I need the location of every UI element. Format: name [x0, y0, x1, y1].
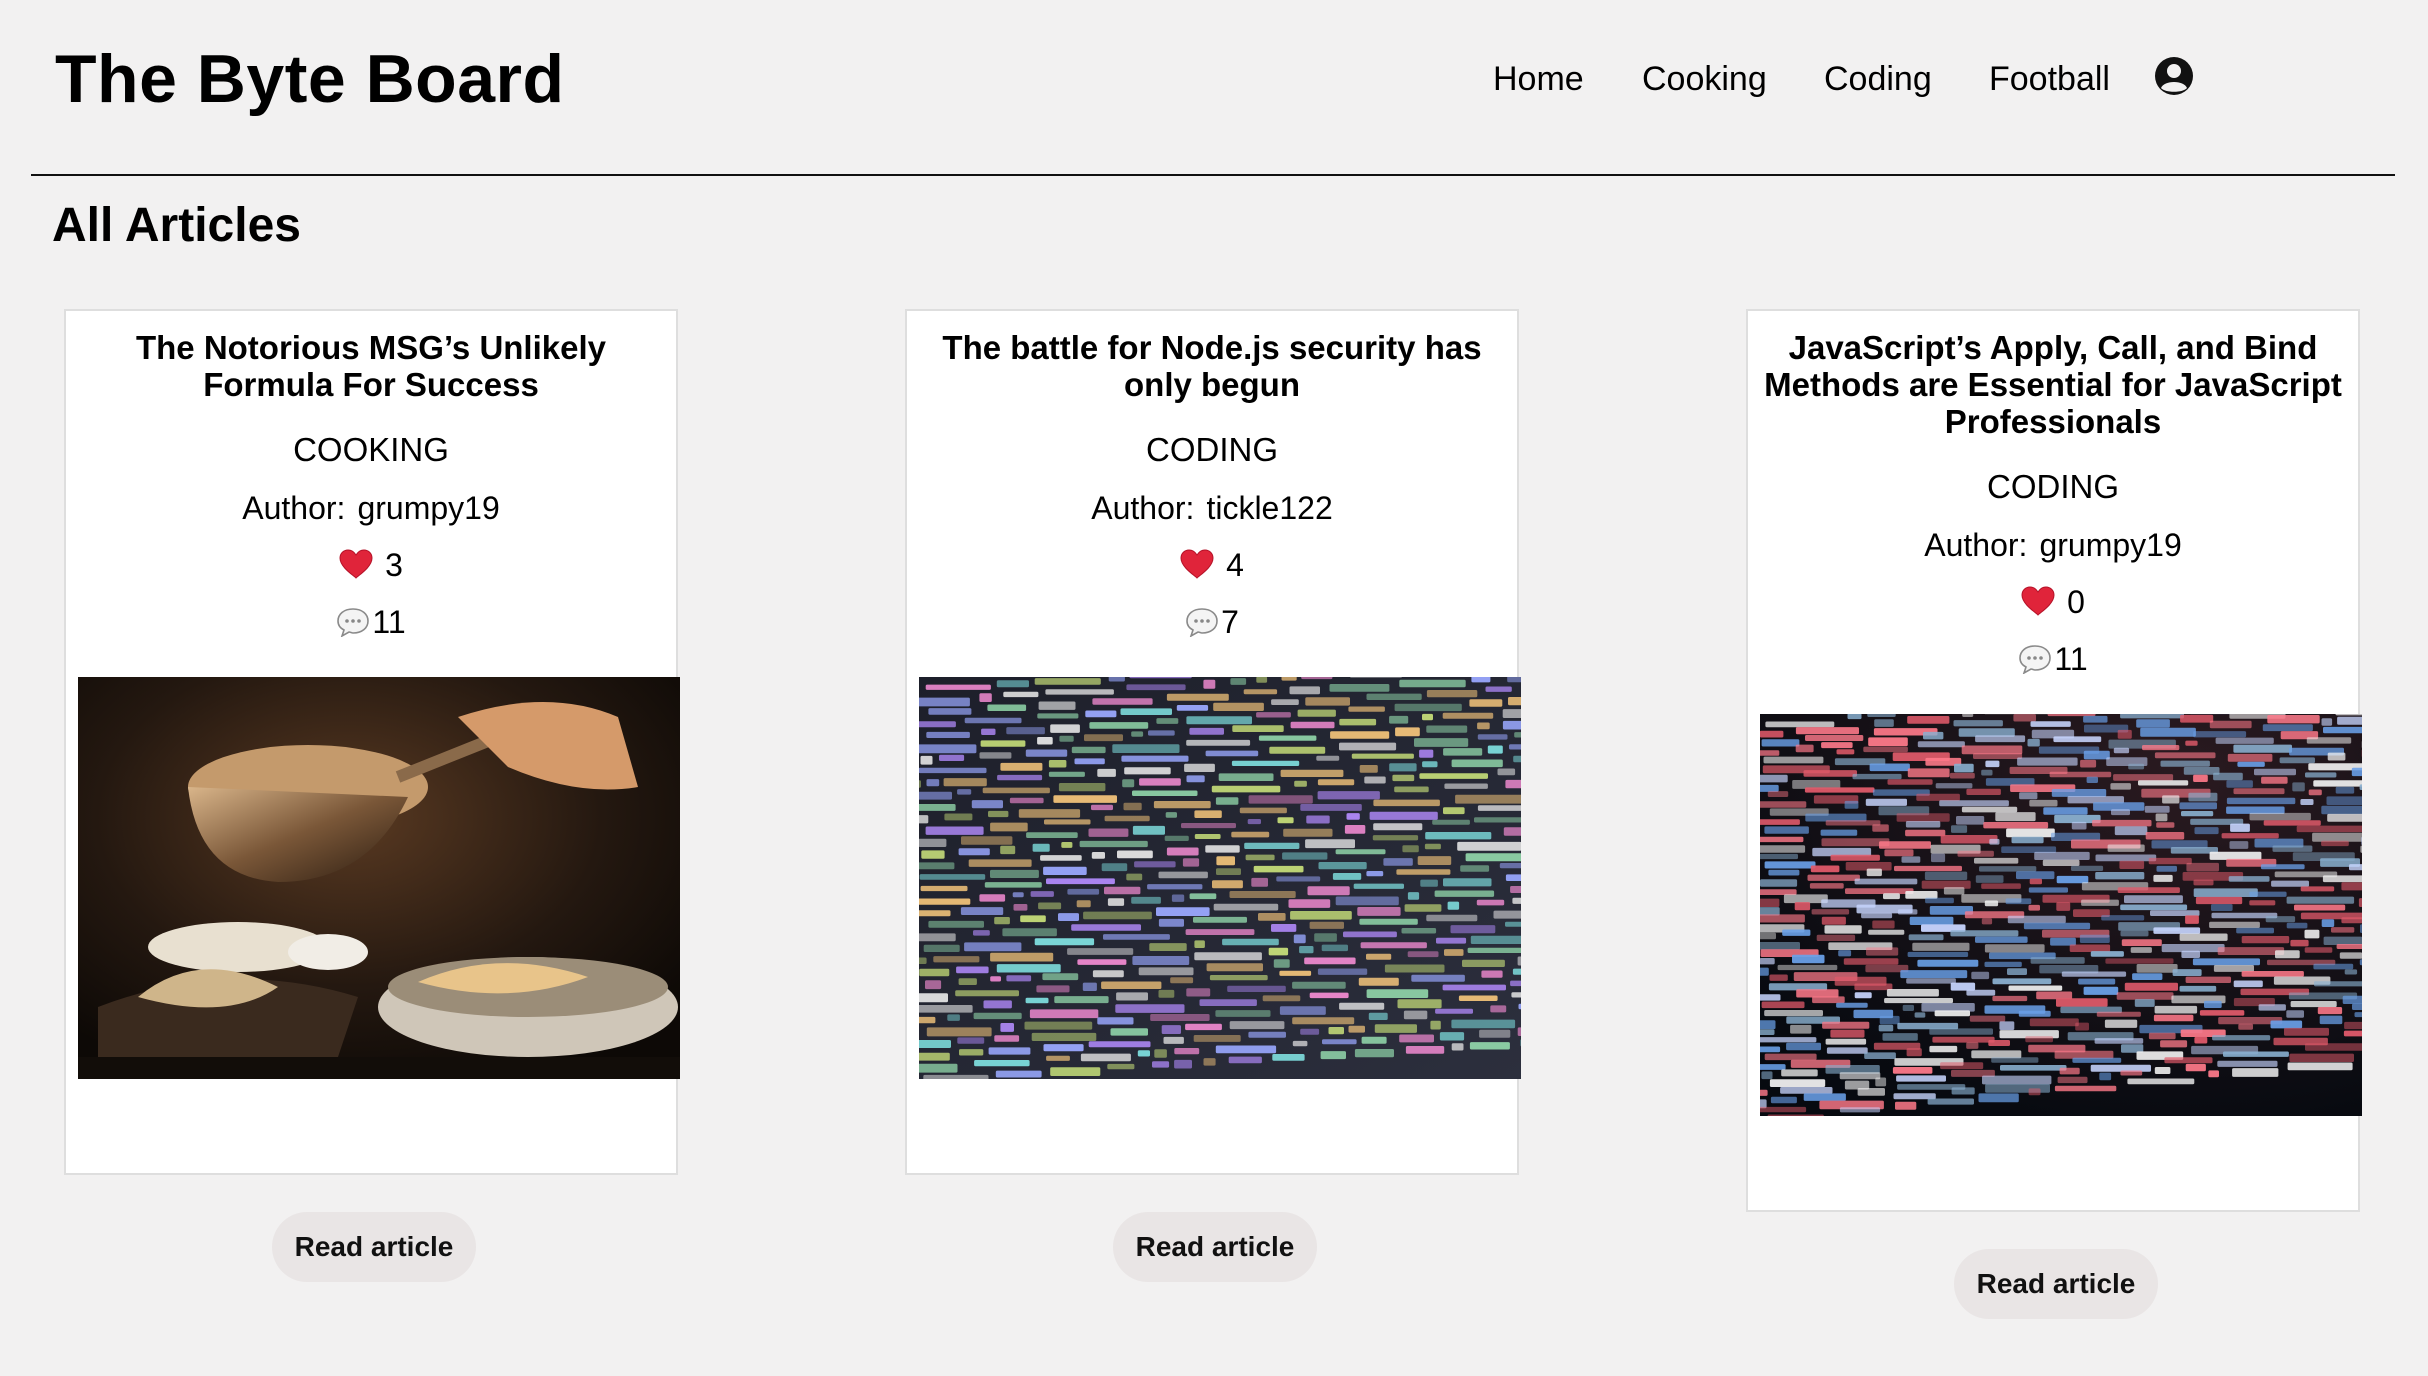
site-title[interactable]: The Byte Board: [55, 40, 565, 118]
author-name: tickle122: [1206, 490, 1333, 526]
article-title: JavaScript’s Apply, Call, and Bind Metho…: [1764, 329, 2342, 440]
nav-link-football[interactable]: Football: [1989, 60, 2110, 99]
article-comments: 11: [66, 604, 676, 641]
article-image[interactable]: [919, 677, 1521, 1079]
article-likes: 0: [1748, 584, 2358, 621]
article-image[interactable]: [78, 677, 680, 1079]
article-topic: CODING: [1146, 431, 1278, 468]
article-comments: 7: [907, 604, 1517, 641]
card-spacer: [907, 1079, 1517, 1173]
article-author: Author: grumpy19: [1748, 527, 2358, 564]
site-header: The Byte Board Home Cooking Coding Footb…: [31, 0, 2395, 176]
heart-icon[interactable]: [339, 549, 373, 579]
comments-count: 11: [2054, 641, 2088, 677]
likes-count: 3: [385, 547, 403, 583]
article-likes: 3: [66, 547, 676, 584]
article-likes: 4: [907, 547, 1517, 584]
article-comments: 11: [1748, 641, 2358, 678]
read-article-button[interactable]: Read article: [272, 1212, 476, 1282]
section-title: All Articles: [52, 199, 301, 252]
card-spacer: [1748, 1116, 2358, 1210]
speech-bubble-icon: [1186, 608, 1218, 637]
likes-count: 0: [2067, 584, 2085, 620]
author-label: Author:: [242, 490, 346, 526]
article-image[interactable]: [1760, 714, 2362, 1116]
nav-link-home[interactable]: Home: [1493, 60, 1584, 99]
comments-count: 11: [372, 604, 406, 640]
article-card: The Notorious MSG’s Unlikely Formula For…: [64, 309, 680, 1175]
article-card: JavaScript’s Apply, Call, and Bind Metho…: [1746, 309, 2362, 1212]
nav-link-cooking[interactable]: Cooking: [1642, 60, 1767, 99]
comments-count: 7: [1221, 604, 1239, 640]
article-title: The Notorious MSG’s Unlikely Formula For…: [135, 329, 606, 403]
user-circle-icon[interactable]: [2154, 56, 2194, 96]
article-author: Author: tickle122: [907, 490, 1517, 527]
read-article-button[interactable]: Read article: [1113, 1212, 1317, 1282]
speech-bubble-icon: [2019, 645, 2052, 674]
author-name: grumpy19: [357, 490, 500, 526]
read-article-button[interactable]: Read article: [1954, 1249, 2158, 1319]
heart-icon[interactable]: [1180, 549, 1214, 579]
article-topic: COOKING: [293, 431, 449, 468]
heart-icon[interactable]: [2021, 586, 2055, 616]
nav-link-coding[interactable]: Coding: [1824, 60, 1932, 99]
author-label: Author:: [1091, 490, 1195, 526]
author-label: Author:: [1924, 527, 2028, 563]
likes-count: 4: [1226, 547, 1244, 583]
article-title: The battle for Node.js security has only…: [942, 329, 1482, 403]
article-author: Author: grumpy19: [66, 490, 676, 527]
author-name: grumpy19: [2039, 527, 2182, 563]
article-card: The battle for Node.js security has only…: [905, 309, 1521, 1175]
article-topic: CODING: [1987, 468, 2119, 505]
speech-bubble-icon: [337, 608, 370, 637]
card-spacer: [66, 1079, 676, 1173]
